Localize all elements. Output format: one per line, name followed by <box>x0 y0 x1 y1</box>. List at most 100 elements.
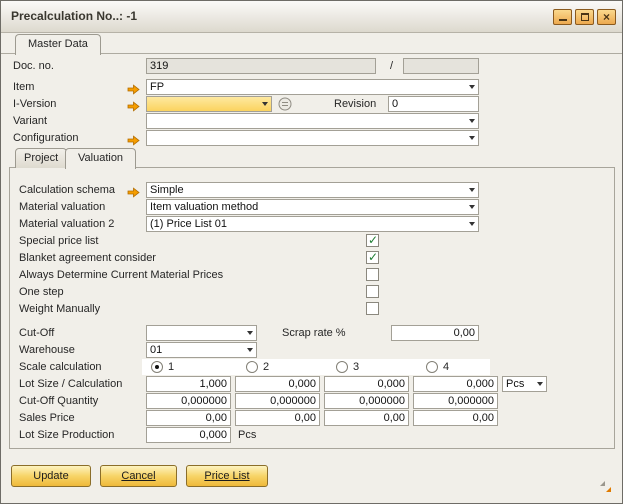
chevron-down-icon[interactable] <box>247 348 253 352</box>
revision-label: Revision <box>334 96 376 112</box>
lot-size-calc-field-2[interactable]: 0,000 <box>235 376 320 392</box>
revision-field[interactable]: 0 <box>388 96 479 112</box>
weight-manually-checkbox[interactable]: ✓ <box>366 302 379 315</box>
material-valuation-2-value: (1) Price List 01 <box>150 218 227 230</box>
iversion-combo[interactable] <box>146 96 272 112</box>
precalculation-window: Precalculation No..: -1 × Master Data Do… <box>0 0 623 504</box>
lot-size-calc-field-4[interactable]: 0,000 <box>413 376 498 392</box>
close-icon: × <box>598 10 615 24</box>
doc-no-label: Doc. no. <box>13 58 54 74</box>
blanket-agreement-checkbox[interactable]: ✓ <box>366 251 379 264</box>
lot-size-calc-field-3[interactable]: 0,000 <box>324 376 409 392</box>
scale-radio-1[interactable] <box>151 361 163 373</box>
cut-off-qty-field-1[interactable]: 0,000000 <box>146 393 231 409</box>
chevron-down-icon[interactable] <box>469 222 475 226</box>
calculation-schema-combo[interactable]: Simple <box>146 182 479 198</box>
scale-radio-3-label: 3 <box>353 359 359 375</box>
always-determine-prices-label: Always Determine Current Material Prices <box>19 267 223 283</box>
cancel-button[interactable]: Cancel <box>100 465 177 487</box>
cancel-button-label: Cancel <box>121 470 155 482</box>
maximize-button[interactable] <box>575 9 594 25</box>
configuration-combo[interactable] <box>146 130 479 146</box>
always-determine-prices-checkbox[interactable]: ✓ <box>366 268 379 281</box>
scale-radio-2[interactable] <box>246 361 258 373</box>
lot-size-production-field[interactable]: 0,000 <box>146 427 231 443</box>
window-title: Precalculation No..: -1 <box>11 1 137 32</box>
lot-size-unit-value: Pcs <box>506 378 524 390</box>
scrap-rate-label: Scrap rate % <box>282 325 346 341</box>
maximize-icon <box>581 13 589 21</box>
scale-radio-4-label: 4 <box>443 359 449 375</box>
lot-size-production-unit: Pcs <box>238 427 256 443</box>
scrap-rate-field[interactable]: 0,00 <box>391 325 479 341</box>
weight-manually-label: Weight Manually <box>19 301 100 317</box>
lot-size-unit-combo[interactable]: Pcs <box>502 376 547 392</box>
cut-off-combo[interactable] <box>146 325 257 341</box>
item-value: FP <box>150 81 164 93</box>
material-valuation-combo[interactable]: Item valuation method <box>146 199 479 215</box>
link-arrow-icon[interactable] <box>127 133 140 144</box>
doc-no-suffix-field <box>403 58 479 74</box>
material-valuation-label: Material valuation <box>19 199 105 215</box>
chevron-down-icon[interactable] <box>262 102 268 106</box>
lot-size-calc-field-1[interactable]: 1,000 <box>146 376 231 392</box>
checkmark-icon: ✓ <box>368 250 378 264</box>
special-price-list-label: Special price list <box>19 233 98 249</box>
tab-master-data[interactable]: Master Data <box>15 34 101 55</box>
configuration-label: Configuration <box>13 130 78 146</box>
sales-price-field-3[interactable]: 0,00 <box>324 410 409 426</box>
item-combo[interactable]: FP <box>146 79 479 95</box>
minimize-icon <box>559 19 567 21</box>
update-button[interactable]: Update <box>11 465 91 487</box>
one-step-label: One step <box>19 284 64 300</box>
scale-radio-2-label: 2 <box>263 359 269 375</box>
cut-off-qty-field-3[interactable]: 0,000000 <box>324 393 409 409</box>
variant-combo[interactable] <box>146 113 479 129</box>
cut-off-quantity-label: Cut-Off Quantity <box>19 393 98 409</box>
chevron-down-icon[interactable] <box>247 331 253 335</box>
close-button[interactable]: × <box>597 9 616 25</box>
checkmark-icon: ✓ <box>368 233 378 247</box>
link-arrow-icon[interactable] <box>127 99 140 110</box>
special-price-list-checkbox[interactable]: ✓ <box>366 234 379 247</box>
sales-price-field-4[interactable]: 0,00 <box>413 410 498 426</box>
radio-dot <box>155 365 159 369</box>
material-valuation-value: Item valuation method <box>150 201 258 213</box>
lot-size-calculation-label: Lot Size / Calculation <box>19 376 122 392</box>
calculation-schema-label: Calculation schema <box>19 182 115 198</box>
chevron-down-icon[interactable] <box>469 85 475 89</box>
chevron-down-icon[interactable] <box>469 136 475 140</box>
link-arrow-icon[interactable] <box>127 185 140 196</box>
cut-off-qty-field-4[interactable]: 0,000000 <box>413 393 498 409</box>
material-valuation-2-label: Material valuation 2 <box>19 216 114 232</box>
update-button-label: Update <box>33 470 68 482</box>
material-valuation-2-combo[interactable]: (1) Price List 01 <box>146 216 479 232</box>
scale-radio-4[interactable] <box>426 361 438 373</box>
tab-project[interactable]: Project <box>15 148 67 168</box>
doc-no-separator: / <box>390 58 393 74</box>
variant-label: Variant <box>13 113 47 129</box>
one-step-checkbox[interactable]: ✓ <box>366 285 379 298</box>
warehouse-value: 01 <box>150 344 162 356</box>
item-label: Item <box>13 79 34 95</box>
price-list-button[interactable]: Price List <box>186 465 268 487</box>
link-arrow-icon[interactable] <box>127 82 140 93</box>
sales-price-field-2[interactable]: 0,00 <box>235 410 320 426</box>
tab-valuation[interactable]: Valuation <box>65 148 136 169</box>
scale-radio-3[interactable] <box>336 361 348 373</box>
chevron-down-icon[interactable] <box>469 119 475 123</box>
resize-grip-icon[interactable] <box>598 479 613 499</box>
lot-size-production-label: Lot Size Production <box>19 427 114 443</box>
cut-off-label: Cut-Off <box>19 325 54 341</box>
chevron-down-icon[interactable] <box>469 188 475 192</box>
chevron-down-icon[interactable] <box>537 382 543 386</box>
scale-calculation-label: Scale calculation <box>19 359 102 375</box>
sales-price-label: Sales Price <box>19 410 75 426</box>
minimize-button[interactable] <box>553 9 572 25</box>
warehouse-combo[interactable]: 01 <box>146 342 257 358</box>
price-list-button-label: Price List <box>204 470 249 482</box>
cut-off-qty-field-2[interactable]: 0,000000 <box>235 393 320 409</box>
chevron-down-icon[interactable] <box>469 205 475 209</box>
sales-price-field-1[interactable]: 0,00 <box>146 410 231 426</box>
window-controls: × <box>553 9 616 25</box>
